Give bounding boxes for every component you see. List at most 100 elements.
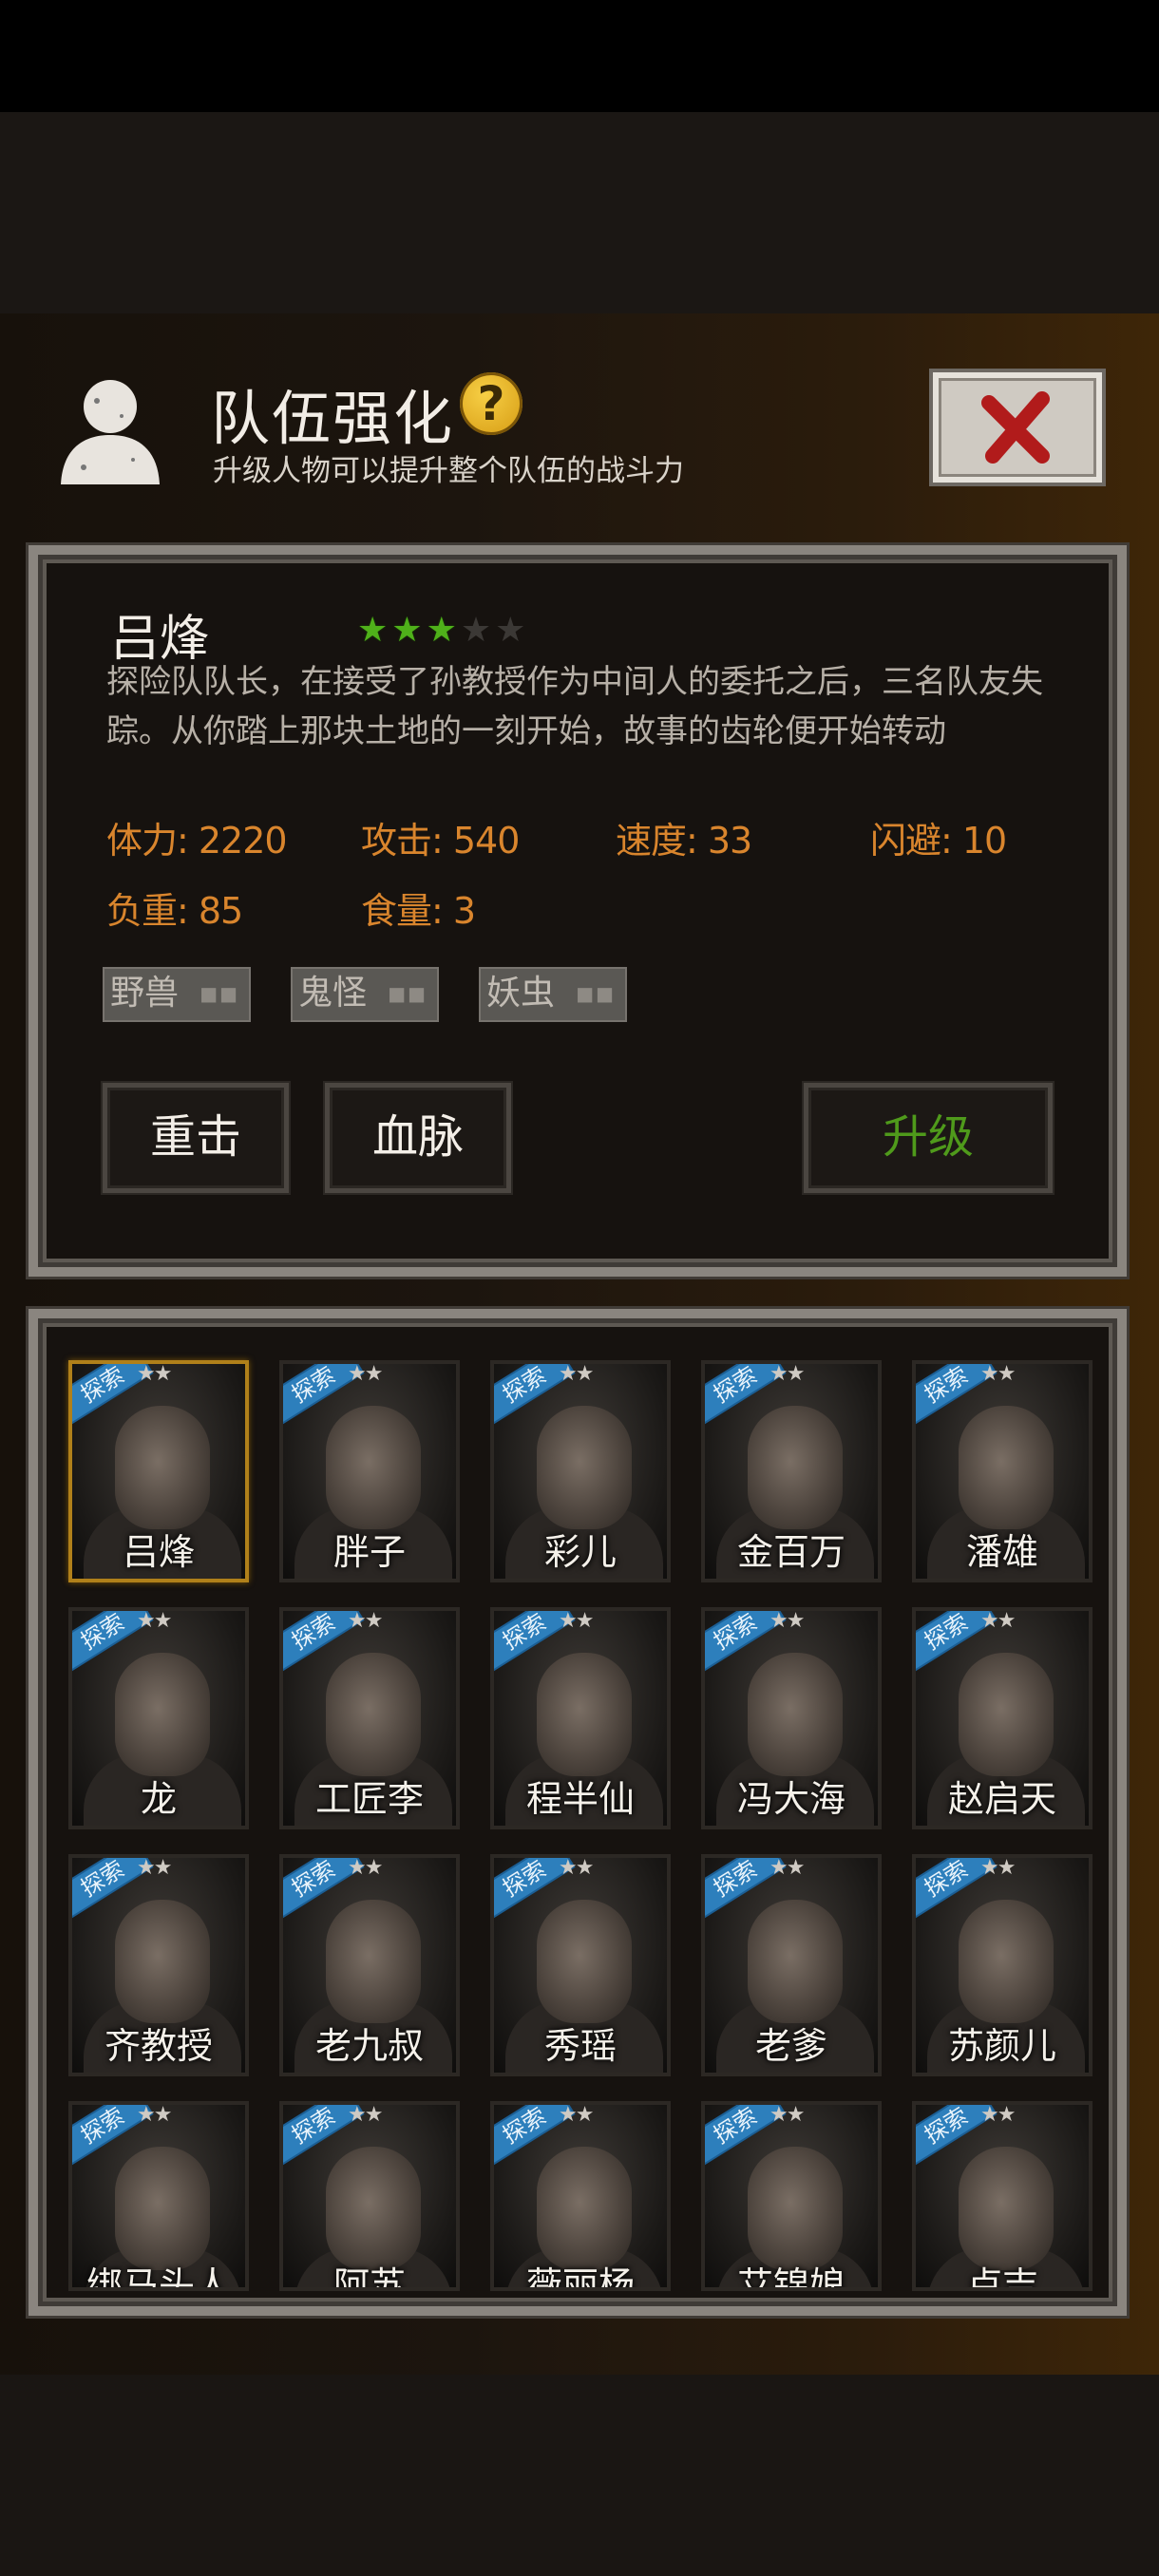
stat-attack: 攻击: 540	[361, 820, 520, 862]
tag-insect: 妖虫 ■■	[479, 967, 627, 1022]
character-name: 金百万	[736, 1531, 846, 1573]
character-name: 潘雄	[965, 1531, 1038, 1573]
tag-label: 鬼怪	[298, 974, 368, 1013]
card-star-icons: ★★	[137, 1609, 172, 1633]
character-card[interactable]: 探索 ★★ 潘雄	[912, 1360, 1092, 1582]
close-button[interactable]	[929, 369, 1106, 486]
character-name: 吕烽	[122, 1531, 195, 1573]
character-card[interactable]: 探索 ★★ 老九叔	[279, 1854, 460, 2076]
portrait-face	[748, 1406, 843, 1529]
character-card[interactable]: 探索 ★★ 卢吉	[912, 2101, 1092, 2291]
close-icon	[981, 391, 1050, 464]
status-bar	[0, 0, 1159, 112]
upgrade-button[interactable]: 升级	[804, 1083, 1053, 1193]
hero-description: 探险队队长，在接受了孙教授作为中间人的委托之后，三名队友失踪。从你踏上那块土地的…	[106, 663, 1043, 750]
portrait-face	[115, 1900, 210, 2023]
team-avatar-icon	[55, 372, 165, 486]
card-star-icons: ★★	[137, 1856, 172, 1880]
star-icon: ★	[495, 611, 526, 650]
character-name: 赵启天	[947, 1778, 1056, 1820]
tag-label: 妖虫	[486, 974, 556, 1013]
character-card[interactable]: 探索 ★★ 齐教授	[68, 1854, 249, 2076]
portrait-face	[326, 1900, 421, 2023]
character-card[interactable]: 探索 ★★ 秀瑶	[490, 1854, 671, 2076]
portrait-face	[115, 1406, 210, 1529]
roster-panel: 探索 ★★ 吕烽 探索 ★★ 胖子 探索 ★★ 彩儿 探索 ★★ 金百万 探索 ★★ 潘雄 探索 ★★ 龙探索 ★★…	[28, 1309, 1127, 2316]
hero-star-rating: ★ ★ ★ ★ ★	[357, 614, 525, 648]
card-star-icons: ★★	[137, 2103, 172, 2127]
skill-bloodline-button[interactable]: 血脉	[325, 1083, 511, 1193]
portrait-face	[326, 2147, 421, 2270]
character-name: 苏颜儿	[947, 2025, 1056, 2067]
page-title: 队伍强化	[211, 384, 455, 453]
character-card[interactable]: 探索 ★★ 薇丽杨	[490, 2101, 671, 2291]
tag-label: 野兽	[110, 974, 180, 1013]
stat-food: 食量: 3	[361, 890, 476, 932]
character-name: 绑马头人	[86, 2264, 231, 2291]
character-card[interactable]: 探索 ★★ 阿苏	[279, 2101, 460, 2291]
portrait-face	[959, 1406, 1054, 1529]
character-card[interactable]: 探索 ★★ 赵启天	[912, 1607, 1092, 1829]
character-name: 卢吉	[965, 2264, 1038, 2291]
card-star-icons: ★★	[980, 1362, 1016, 1386]
character-card[interactable]: 探索 ★★ 胖子	[279, 1360, 460, 1582]
card-star-icons: ★★	[348, 1856, 383, 1880]
stat-speed: 速度: 33	[616, 820, 752, 862]
hero-info-panel: 吕烽 ★ ★ ★ ★ ★ 探险队队长，在接受了孙教授作为中间人的委托之后，三名队…	[28, 545, 1127, 1277]
character-name: 冯大海	[736, 1778, 846, 1820]
star-icon: ★	[391, 611, 423, 650]
character-name: 齐教授	[104, 2025, 213, 2067]
stat-load: 负重: 85	[106, 890, 243, 932]
character-card[interactable]: 探索 ★★ 龙	[68, 1607, 249, 1829]
character-name: 艾锦娘	[736, 2264, 846, 2291]
portrait-face	[748, 1900, 843, 2023]
portrait-face	[537, 2147, 632, 2270]
bottom-area	[0, 2375, 1159, 2576]
character-name: 薇丽杨	[525, 2264, 635, 2291]
character-card[interactable]: 探索 ★★ 工匠李	[279, 1607, 460, 1829]
portrait-face	[748, 1653, 843, 1776]
card-star-icons: ★★	[770, 1609, 805, 1633]
character-card[interactable]: 探索 ★★ 彩儿	[490, 1360, 671, 1582]
help-icon[interactable]: ?	[460, 372, 522, 435]
portrait-face	[748, 2147, 843, 2270]
tag-beast: 野兽 ■■	[103, 967, 251, 1022]
card-star-icons: ★★	[770, 2103, 805, 2127]
character-name: 老爹	[754, 2025, 827, 2067]
card-star-icons: ★★	[559, 1362, 594, 1386]
star-icon: ★	[426, 611, 457, 650]
card-star-icons: ★★	[137, 1362, 172, 1386]
character-name: 阿苏	[332, 2264, 406, 2291]
card-star-icons: ★★	[348, 1609, 383, 1633]
star-icon: ★	[460, 611, 492, 650]
portrait-face	[537, 1900, 632, 2023]
character-card[interactable]: 探索 ★★ 金百万	[701, 1360, 882, 1582]
card-star-icons: ★★	[770, 1856, 805, 1880]
character-card[interactable]: 探索 ★★ 吕烽	[68, 1360, 249, 1582]
character-name: 秀瑶	[543, 2025, 617, 2067]
card-star-icons: ★★	[980, 1856, 1016, 1880]
skill-heavy-strike-button[interactable]: 重击	[103, 1083, 289, 1193]
portrait-face	[115, 2147, 210, 2270]
portrait-face	[959, 1900, 1054, 2023]
character-name: 工匠李	[314, 1778, 424, 1820]
character-name: 老九叔	[314, 2025, 424, 2067]
tag-ghost: 鬼怪 ■■	[291, 967, 439, 1022]
character-card[interactable]: 探索 ★★ 老爹	[701, 1854, 882, 2076]
character-name: 龙	[140, 1778, 177, 1820]
portrait-face	[326, 1653, 421, 1776]
character-card[interactable]: 探索 ★★ 艾锦娘	[701, 2101, 882, 2291]
character-card[interactable]: 探索 ★★ 冯大海	[701, 1607, 882, 1829]
stat-dodge: 闪避: 10	[870, 820, 1007, 862]
portrait-face	[537, 1653, 632, 1776]
portrait-face	[115, 1653, 210, 1776]
character-name: 程半仙	[525, 1778, 635, 1820]
character-card[interactable]: 探索 ★★ 苏颜儿	[912, 1854, 1092, 2076]
star-icon: ★	[357, 611, 389, 650]
stat-hp: 体力: 2220	[106, 820, 288, 862]
portrait-face	[959, 2147, 1054, 2270]
portrait-face	[959, 1653, 1054, 1776]
character-name: 彩儿	[543, 1531, 617, 1573]
character-card[interactable]: 探索 ★★ 程半仙	[490, 1607, 671, 1829]
character-card[interactable]: 探索 ★★ 绑马头人	[68, 2101, 249, 2291]
